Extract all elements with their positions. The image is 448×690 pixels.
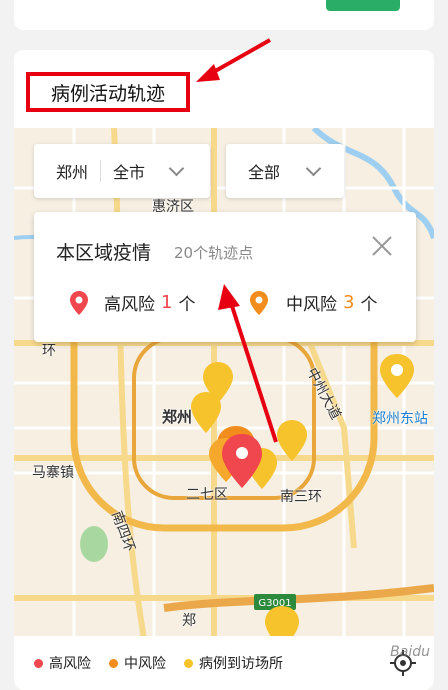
legend-visited: 病例到访场所 — [184, 653, 283, 673]
legend-high: 高风险 — [34, 653, 91, 673]
region-info-card: 本区域疫情 20个轨迹点 高风险 1 个 中风险 3 个 — [34, 212, 416, 342]
map-label-erqi: 二七区 — [186, 487, 228, 503]
watermark: Baidu — [390, 644, 430, 660]
legend-medium-dot — [109, 658, 118, 668]
map-label-zhengzhou-east: 郑州东站 — [372, 411, 428, 427]
high-risk-unit: 个 — [178, 295, 196, 315]
medium-risk-summary[interactable]: 中风险 3 个 — [250, 290, 377, 315]
legend-high-dot — [34, 658, 43, 668]
high-risk-pin-icon — [70, 290, 88, 315]
legend-visited-label: 病例到访场所 — [199, 656, 283, 672]
city-area-filter[interactable]: 郑州 全市 — [34, 144, 210, 198]
medium-risk-pin-icon — [250, 290, 268, 315]
info-subtitle: 20个轨迹点 — [174, 244, 254, 262]
medium-risk-unit: 个 — [360, 295, 378, 315]
legend-high-label: 高风险 — [49, 656, 91, 672]
map-label-mazhai: 马寨镇 — [32, 465, 74, 481]
top-action-button[interactable] — [326, 0, 400, 11]
scope-label: 全部 — [248, 163, 281, 182]
map-label-zheng: 郑 — [182, 613, 196, 629]
area-label: 全市 — [113, 163, 146, 182]
map-label-south-third-ring: 南三环 — [280, 489, 322, 505]
map-label-zhengzhou: 郑州 — [162, 408, 193, 426]
high-risk-label: 高风险 — [104, 295, 155, 315]
chevron-down-icon — [305, 160, 322, 177]
info-title: 本区域疫情 — [56, 242, 152, 264]
map-label-huan: 环 — [42, 343, 56, 359]
map-legend: 高风险 中风险 病例到访场所 Baidu — [14, 636, 434, 690]
filter-divider — [100, 160, 102, 182]
medium-risk-label: 中风险 — [286, 295, 337, 315]
high-risk-summary[interactable]: 高风险 1 个 — [70, 290, 195, 315]
city-label: 郑州 — [56, 163, 89, 182]
previous-card — [14, 0, 434, 30]
legend-medium-label: 中风险 — [124, 656, 166, 672]
high-risk-count: 1 — [161, 292, 173, 313]
close-icon[interactable] — [370, 234, 394, 258]
section-title: 病例活动轨迹 — [26, 72, 190, 112]
scope-filter[interactable]: 全部 — [226, 144, 344, 198]
map-view[interactable]: G3001 惠济区 环 郑州 郑州东站 马寨镇 二七区 南三环 南四环 中州大道… — [14, 128, 434, 690]
legend-visited-dot — [184, 658, 193, 668]
legend-medium: 中风险 — [109, 653, 166, 673]
medium-risk-count: 3 — [343, 292, 355, 313]
chevron-down-icon — [168, 160, 185, 177]
trajectory-card: 病例活动轨迹 G3001 惠济区 环 郑州 郑州东站 马寨镇 二七区 南三环 南… — [14, 50, 434, 690]
